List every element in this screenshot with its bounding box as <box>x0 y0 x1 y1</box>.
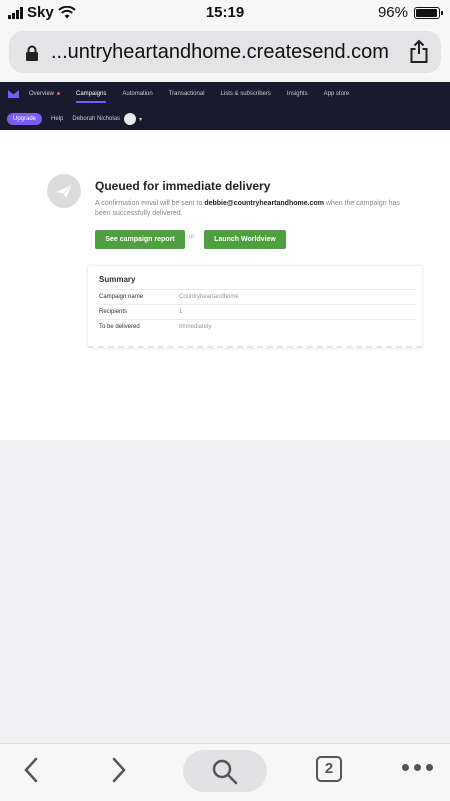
confirmation-email: debbie@countryheartandhome.com <box>204 200 324 207</box>
avatar[interactable] <box>124 113 137 125</box>
primary-nav: Overview Campaigns Automation Transactio… <box>0 82 365 106</box>
main-content: Queued for immediate delivery A confirma… <box>0 130 450 440</box>
summary-row: To be delivered Immediately <box>99 319 415 335</box>
forward-icon[interactable] <box>110 756 128 784</box>
nav-insights[interactable]: Insights <box>287 82 308 106</box>
see-campaign-report-button[interactable]: See campaign report <box>95 230 185 249</box>
help-link[interactable]: Help <box>51 116 63 122</box>
browser-address-area: ...untryheartandhome.createsend.com <box>0 26 450 80</box>
nav-campaigns[interactable]: Campaigns <box>76 82 107 106</box>
summary-row: Campaign name Countryheartandhome <box>99 289 415 305</box>
summary-card: Summary Campaign name Countryheartandhom… <box>88 266 422 348</box>
paper-plane-icon <box>47 174 81 208</box>
summary-label: To be delivered <box>99 324 140 330</box>
message-prefix: A confirmation email will be sent to <box>95 200 205 207</box>
nav-overview[interactable]: Overview <box>29 82 61 106</box>
secondary-nav: Upgrade Help Deborah Nicholas ▾ <box>7 111 142 127</box>
back-icon[interactable] <box>22 756 40 784</box>
summary-row: Recipients 1 <box>99 304 415 320</box>
summary-value: 1 <box>179 309 183 315</box>
user-name[interactable]: Deborah Nicholas <box>72 116 120 122</box>
nav-automation[interactable]: Automation <box>122 82 152 106</box>
battery-percent: 96% <box>377 4 408 21</box>
url-text[interactable]: ...untryheartandhome.createsend.com <box>51 41 389 64</box>
nav-app-store[interactable]: App store <box>324 82 350 106</box>
lock-icon <box>26 45 38 61</box>
battery-group: 96% <box>377 4 443 21</box>
summary-title: Summary <box>99 275 136 284</box>
summary-value: Countryheartandhome <box>179 294 239 300</box>
summary-value: Immediately <box>179 324 212 330</box>
nav-overview-label: Overview <box>29 91 55 97</box>
battery-icon <box>414 6 443 19</box>
more-icon[interactable] <box>402 764 433 771</box>
chevron-down-icon[interactable]: ▾ <box>139 116 142 123</box>
notification-dot-icon <box>57 91 61 95</box>
search-button[interactable] <box>183 750 267 792</box>
status-bar: Sky 15:19 96% <box>0 0 450 26</box>
launch-worldview-button[interactable]: Launch Worldview <box>204 230 286 249</box>
share-icon[interactable] <box>409 39 429 64</box>
nav-lists-subscribers[interactable]: Lists & subscribers <box>221 82 271 106</box>
confirmation-message: A confirmation email will be sent to deb… <box>95 199 415 219</box>
summary-label: Campaign name <box>99 294 144 300</box>
summary-label: Recipients <box>99 309 128 315</box>
browser-toolbar: 2 <box>0 743 450 801</box>
or-separator: or <box>189 234 195 240</box>
page-title: Queued for immediate delivery <box>95 179 271 193</box>
upgrade-button[interactable]: Upgrade <box>7 113 43 125</box>
tabs-button[interactable]: 2 <box>316 756 342 782</box>
app-logo-icon[interactable] <box>8 90 19 98</box>
search-icon <box>212 759 238 785</box>
address-bar[interactable]: ...untryheartandhome.createsend.com <box>9 31 441 73</box>
app-navbar: Overview Campaigns Automation Transactio… <box>0 82 450 130</box>
nav-transactional[interactable]: Transactional <box>169 82 205 106</box>
